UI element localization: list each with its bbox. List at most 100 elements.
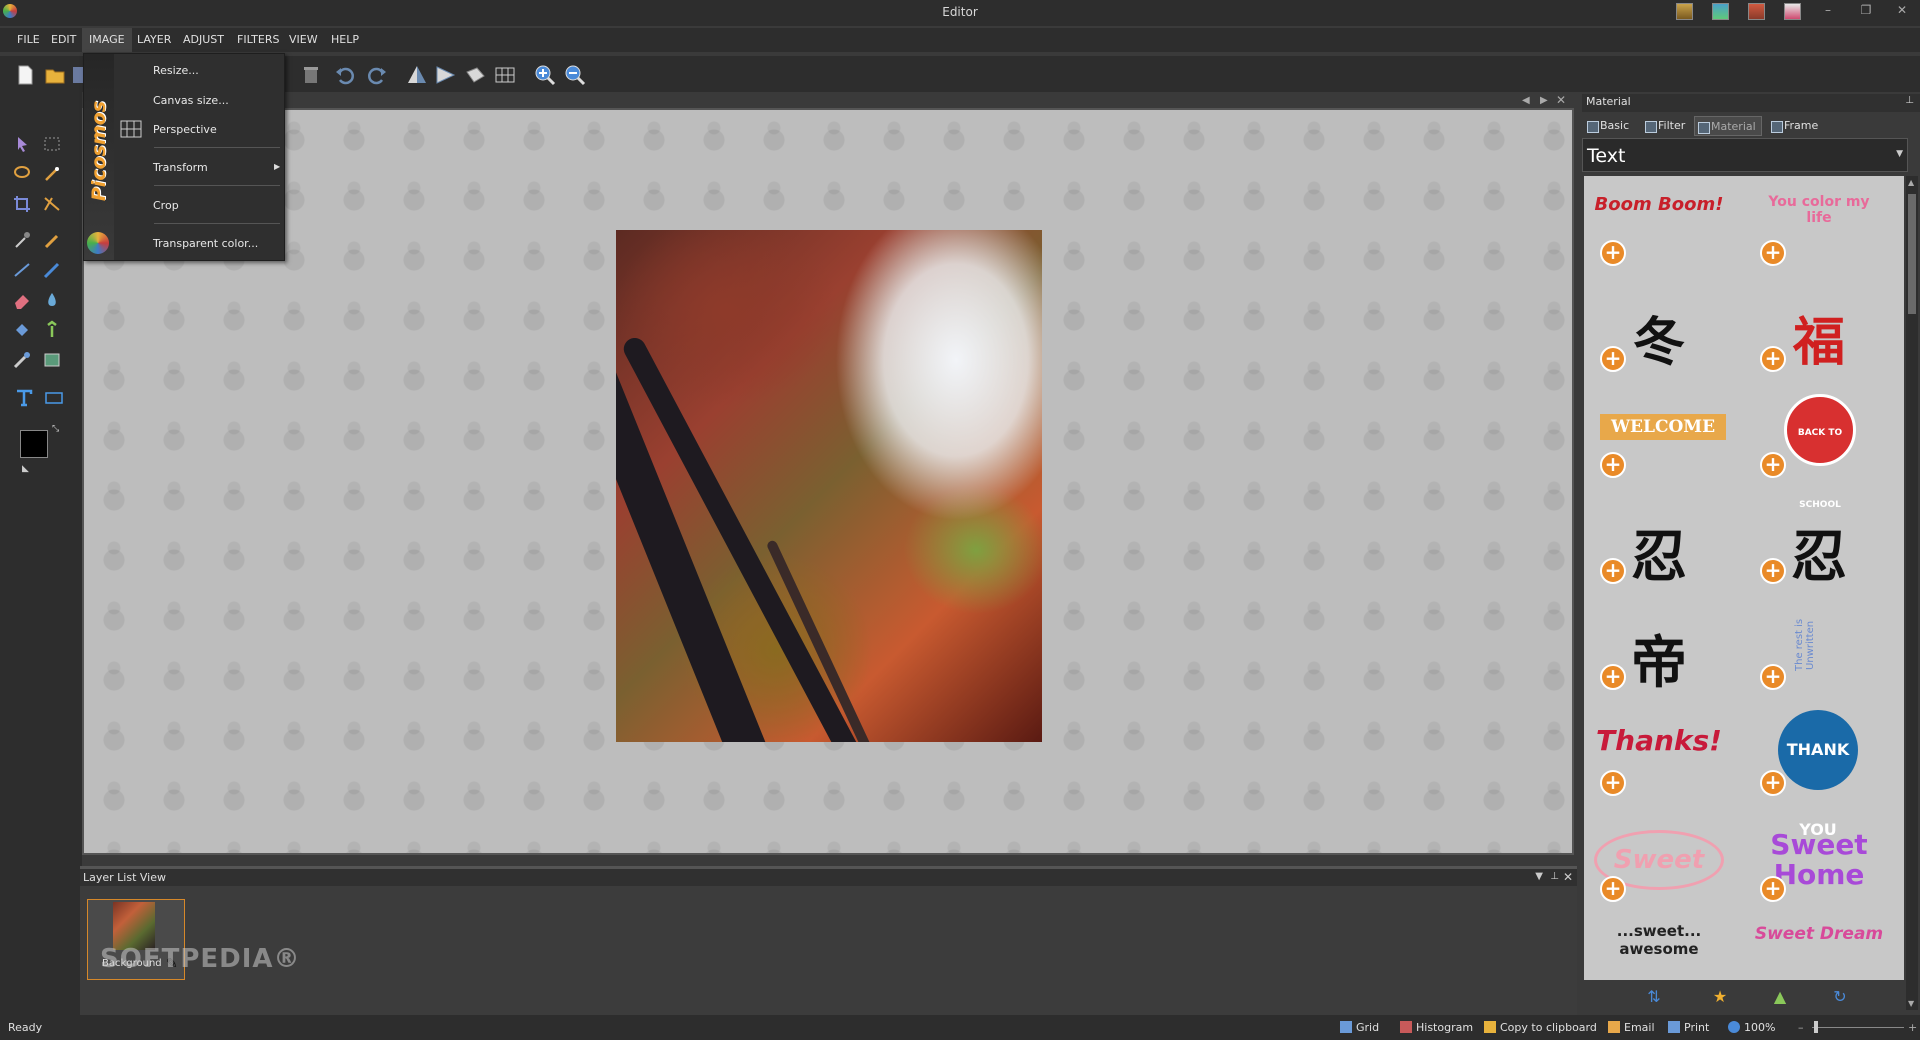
swap-colors-icon[interactable]: ⤡ <box>52 424 59 434</box>
gift-icon[interactable] <box>1784 3 1801 20</box>
menu-file[interactable]: FILE <box>10 28 47 52</box>
eraser-tool-icon[interactable] <box>12 290 32 310</box>
add-material-icon[interactable]: + <box>1600 558 1626 584</box>
blur-tool-icon[interactable] <box>42 290 62 310</box>
material-item[interactable]: The rest is Unwritten + <box>1744 600 1894 700</box>
refresh-icon[interactable]: ↻ <box>1830 987 1850 1007</box>
rotate-icon[interactable] <box>464 64 486 86</box>
user-icon[interactable] <box>1748 3 1765 20</box>
stamp-tool-icon[interactable] <box>42 350 62 370</box>
menu-help[interactable]: HELP <box>324 28 366 52</box>
straighten-tool-icon[interactable] <box>42 194 62 214</box>
flip-horizontal-icon[interactable] <box>434 64 456 86</box>
new-file-icon[interactable] <box>14 64 36 86</box>
minimize-icon[interactable]: – <box>1818 3 1838 21</box>
eyedropper-tool-icon[interactable] <box>12 230 32 250</box>
menu-view[interactable]: VIEW <box>282 28 325 52</box>
add-material-icon[interactable]: + <box>1600 452 1626 478</box>
close-icon[interactable]: ✕ <box>1892 3 1912 21</box>
zoom-out-icon[interactable] <box>564 64 586 86</box>
add-material-icon[interactable]: + <box>1760 452 1786 478</box>
copy-to-clipboard-button[interactable]: Copy to clipboard <box>1484 1021 1597 1034</box>
close-panel-icon[interactable]: ✕ <box>1563 870 1573 884</box>
brush-tool-icon[interactable] <box>42 260 62 280</box>
add-material-icon[interactable]: + <box>1600 346 1626 372</box>
trash-icon[interactable] <box>300 64 322 86</box>
close-document-icon[interactable]: ✕ <box>1556 93 1566 107</box>
open-folder-icon[interactable] <box>44 64 66 86</box>
tab-frame[interactable]: Frame <box>1768 116 1818 136</box>
material-item[interactable]: Sweet Home + <box>1744 812 1894 912</box>
fill-tool-icon[interactable] <box>12 320 32 340</box>
material-item[interactable]: 忍 + <box>1744 494 1894 594</box>
menu-adjust[interactable]: ADJUST <box>176 28 231 52</box>
add-material-icon[interactable]: + <box>1760 664 1786 690</box>
shape-tool-icon[interactable] <box>44 388 64 408</box>
pointer-tool-icon[interactable] <box>12 134 32 154</box>
material-item[interactable]: THANK YOU + <box>1744 706 1894 839</box>
add-material-icon[interactable]: + <box>1600 876 1626 902</box>
grid-button[interactable]: Grid <box>1340 1021 1379 1034</box>
material-item[interactable]: 福 + <box>1744 282 1894 382</box>
print-button[interactable]: Print <box>1668 1021 1709 1034</box>
zoom-slider[interactable] <box>1812 1027 1904 1028</box>
pin-icon[interactable]: ⊥ <box>1905 95 1914 106</box>
material-item[interactable]: Thanks! + <box>1584 706 1734 806</box>
menu-item-canvas-size[interactable]: Canvas size... <box>153 94 229 107</box>
histogram-button[interactable]: Histogram <box>1400 1021 1473 1034</box>
undo-icon[interactable] <box>334 64 356 86</box>
add-material-icon[interactable]: + <box>1760 558 1786 584</box>
category-select[interactable]: Text ▼ <box>1582 138 1908 172</box>
theme-icon[interactable] <box>1712 3 1729 20</box>
clone-tool-icon[interactable] <box>12 350 32 370</box>
zoom-in-small-icon[interactable]: + <box>1908 1021 1917 1034</box>
material-item[interactable]: Sweet Dream <box>1744 918 1894 980</box>
scroll-up-icon[interactable]: ▲ <box>1908 178 1914 187</box>
rect-select-tool-icon[interactable] <box>42 134 62 154</box>
menu-edit[interactable]: EDIT <box>44 28 83 52</box>
menu-item-transparent-color[interactable]: Transparent color... <box>153 237 258 250</box>
zoom-slider-thumb[interactable] <box>1814 1021 1818 1033</box>
text-tool-icon[interactable] <box>14 388 34 408</box>
line-tool-icon[interactable] <box>12 260 32 280</box>
menu-layer[interactable]: LAYER <box>130 28 178 52</box>
menu-item-perspective[interactable]: Perspective <box>153 123 217 136</box>
material-item[interactable]: Sweet + <box>1584 812 1734 912</box>
skin-icon[interactable] <box>1676 3 1693 20</box>
tab-material[interactable]: Material <box>1694 116 1762 136</box>
material-item[interactable]: You color my life + <box>1744 176 1894 276</box>
prev-document-icon[interactable]: ◀ <box>1522 95 1530 106</box>
add-material-icon[interactable]: + <box>1760 770 1786 796</box>
menu-item-crop[interactable]: Crop <box>153 199 179 212</box>
material-item[interactable]: BACK TO SCHOOL + <box>1744 388 1894 510</box>
pencil-tool-icon[interactable] <box>42 230 62 250</box>
material-item[interactable]: 忍 + <box>1584 494 1734 594</box>
menu-image[interactable]: IMAGE <box>82 28 132 52</box>
material-item[interactable]: 冬 + <box>1584 282 1734 382</box>
perspective-icon[interactable] <box>494 64 516 86</box>
foreground-color-swatch[interactable] <box>20 430 48 458</box>
download-icon[interactable]: ▲ <box>1770 987 1790 1007</box>
add-material-icon[interactable]: + <box>1760 346 1786 372</box>
panel-menu-icon[interactable]: ▼ <box>1535 871 1543 882</box>
photo-canvas[interactable] <box>616 230 1042 742</box>
material-item[interactable]: Boom Boom! + <box>1584 176 1734 276</box>
add-material-icon[interactable]: + <box>1600 240 1626 266</box>
add-material-icon[interactable]: + <box>1600 770 1626 796</box>
lasso-tool-icon[interactable] <box>12 164 32 184</box>
menu-item-transform[interactable]: Transform <box>153 161 208 174</box>
email-button[interactable]: Email <box>1608 1021 1655 1034</box>
redo-icon[interactable] <box>366 64 388 86</box>
next-document-icon[interactable]: ▶ <box>1540 95 1548 106</box>
material-item[interactable]: WELCOME + <box>1584 388 1734 488</box>
scroll-thumb[interactable] <box>1908 194 1916 314</box>
flip-vertical-icon[interactable] <box>406 64 428 86</box>
zoom-out-small-icon[interactable]: – <box>1798 1021 1804 1034</box>
menu-item-resize[interactable]: Resize... <box>153 64 199 77</box>
crop-tool-icon[interactable] <box>12 194 32 214</box>
magic-wand-tool-icon[interactable] <box>42 164 62 184</box>
sort-icon[interactable]: ⇅ <box>1644 987 1664 1007</box>
zoom-in-icon[interactable] <box>534 64 556 86</box>
favorite-star-icon[interactable]: ★ <box>1710 987 1730 1007</box>
material-scrollbar[interactable]: ▲ ▼ <box>1906 176 1918 1010</box>
